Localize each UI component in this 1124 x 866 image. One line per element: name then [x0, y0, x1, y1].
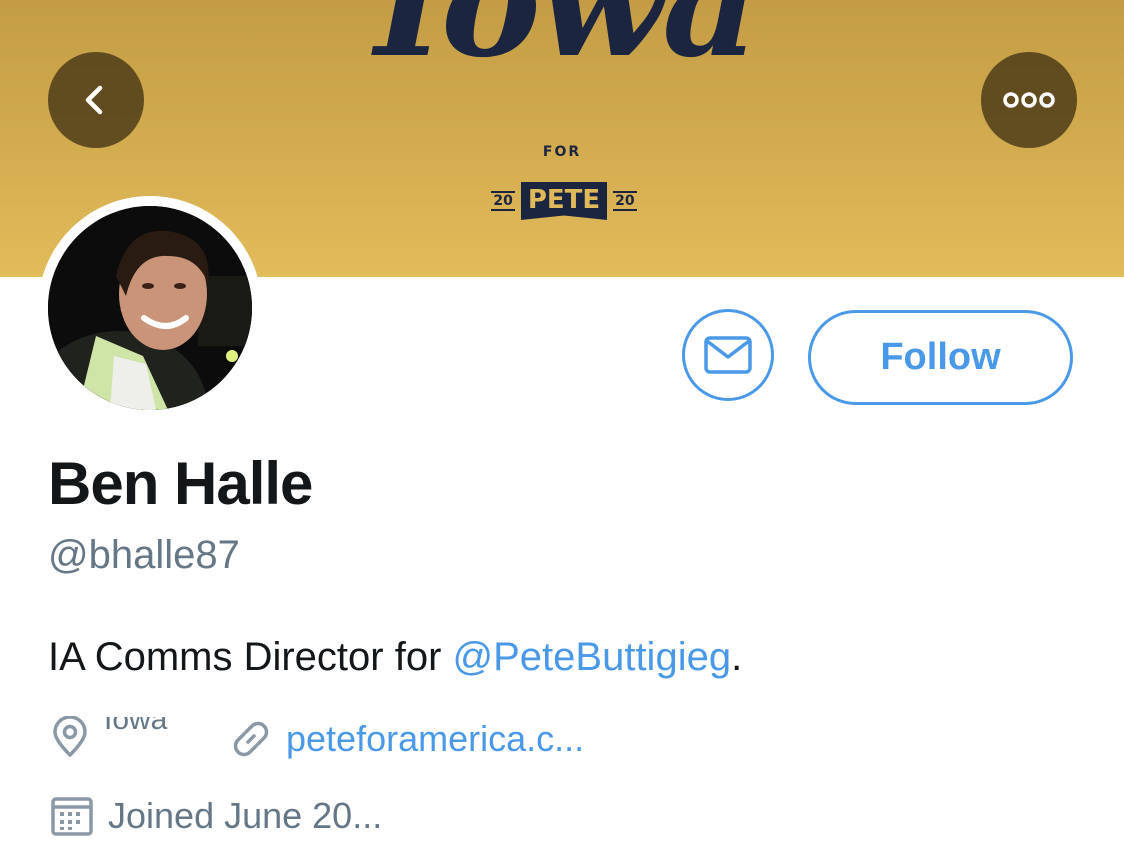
- calendar-icon: [51, 797, 93, 836]
- location-text-clip: Iowa: [104, 717, 174, 757]
- envelope-icon: [704, 336, 752, 374]
- avatar-photo: [48, 206, 252, 410]
- location-text: Iowa: [104, 717, 168, 736]
- banner-pete-text: PETE: [520, 182, 608, 220]
- display-name: Ben Halle: [48, 450, 313, 517]
- joined-date: Joined June 20...: [108, 795, 383, 836]
- banner-year-left: 20: [491, 191, 515, 211]
- more-options-button[interactable]: [981, 52, 1077, 148]
- joined-row: Joined June 20...: [50, 792, 382, 840]
- location-pin-icon: [53, 716, 87, 757]
- bio-text: IA Comms Director for: [48, 635, 453, 679]
- message-button[interactable]: [682, 309, 774, 401]
- profile-bio: IA Comms Director for @PeteButtigieg.: [48, 632, 742, 682]
- banner-year-right: 20: [613, 191, 637, 211]
- banner-script-text: Iowa: [374, 0, 760, 91]
- ellipsis-icon: [1003, 92, 1055, 108]
- bio-mention-link[interactable]: @PeteButtigieg: [453, 635, 732, 679]
- avatar[interactable]: [48, 206, 252, 410]
- location-row: Iowa: [50, 712, 174, 762]
- banner-for-text: FOR: [542, 144, 582, 160]
- chevron-left-icon: [85, 85, 103, 115]
- link-icon: [233, 721, 269, 757]
- follow-button[interactable]: Follow: [808, 310, 1073, 405]
- banner-pete-logo: 20 PETE 20: [484, 180, 644, 222]
- user-handle: @bhalle87: [48, 533, 240, 577]
- website-link[interactable]: peteforamerica.c...: [286, 718, 584, 760]
- website-row[interactable]: peteforamerica.c...: [228, 714, 584, 764]
- back-button[interactable]: [48, 52, 144, 148]
- bio-suffix: .: [731, 635, 743, 679]
